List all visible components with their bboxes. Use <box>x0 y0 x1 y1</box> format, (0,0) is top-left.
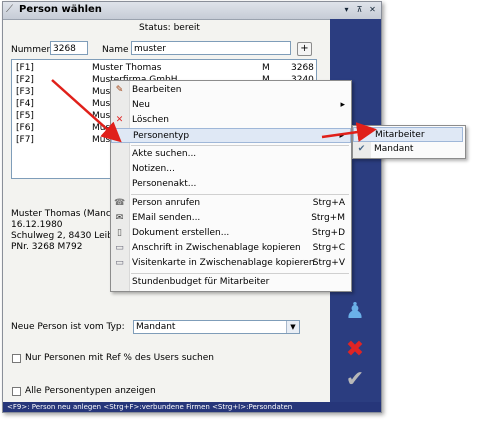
row-key: [F2] <box>16 75 34 85</box>
phone-icon: ☎ <box>114 198 126 208</box>
nummer-input[interactable]: 3268 <box>50 41 88 55</box>
menu-item-label: Mitarbeiter <box>375 130 425 140</box>
row-number: 3268 <box>291 63 314 73</box>
type-select-value: Mandant <box>136 322 176 332</box>
menu-item-shortcut: Strg+A <box>312 198 345 208</box>
detail-birthdate: 16.12.1980 <box>11 220 63 230</box>
menu-item-label: Notizen... <box>132 164 175 174</box>
title-bar: ⟋ Person wählen ▾ ⊼ ✕ <box>3 2 381 20</box>
menu-item-dokument-erstellen[interactable]: ▯ Dokument erstellen... Strg+D <box>111 226 351 241</box>
detail-address: Schulweg 2, 8430 Leib <box>11 231 113 241</box>
menu-separator <box>131 273 349 274</box>
mail-icon: ✉ <box>115 213 124 223</box>
menu-item-notizen[interactable]: Notizen... <box>111 162 351 177</box>
name-input[interactable]: muster <box>131 41 291 55</box>
only-ref-label: Nur Personen mit Ref % des Users suchen <box>25 353 214 363</box>
menu-item-bearbeiten[interactable]: ✎ Bearbeiten <box>111 83 351 98</box>
chevron-down-icon[interactable]: ▼ <box>286 321 299 333</box>
submenu-item-mandant[interactable]: ✔ Mandant <box>353 142 463 157</box>
menu-separator <box>131 145 349 146</box>
menu-item-personenakt[interactable]: Personenakt... <box>111 177 351 192</box>
menu-separator <box>131 194 349 195</box>
row-key: [F4] <box>16 99 34 109</box>
confirm-check-icon[interactable]: ✔ <box>343 367 367 392</box>
dropdown-button[interactable]: ▾ <box>341 4 352 15</box>
menu-item-loeschen[interactable]: ✕ Löschen <box>111 113 351 128</box>
app-icon: ⟋ <box>6 4 13 15</box>
row-key: [F6] <box>16 123 34 133</box>
document-icon: ▯ <box>117 228 122 238</box>
menu-item-personentyp[interactable]: Personentyp ▸ <box>111 128 351 143</box>
nummer-label: Nummer <box>11 45 51 55</box>
menu-item-shortcut: Strg+D <box>312 228 345 238</box>
menu-item-label: Löschen <box>132 115 169 125</box>
menu-item-label: Anschrift in Zwischenablage kopieren <box>132 243 301 253</box>
add-button[interactable]: + <box>297 42 312 56</box>
personentyp-submenu: Mitarbeiter ✔ Mandant <box>352 125 466 159</box>
menu-item-label: Bearbeiten <box>132 85 182 95</box>
row-name: Mus <box>92 135 111 145</box>
status-bar: <F9>: Person neu anlegen <Strg+F>:verbun… <box>3 402 381 412</box>
menu-item-email-senden[interactable]: ✉ EMail senden... Strg+M <box>111 211 351 226</box>
window-title: Person wählen <box>19 4 102 15</box>
menu-item-anschrift-kopieren[interactable]: ▭ Anschrift in Zwischenablage kopieren S… <box>111 241 351 256</box>
menu-item-label: Akte suchen... <box>132 149 197 159</box>
submenu-arrow-icon: ▸ <box>340 100 345 110</box>
menu-item-neu[interactable]: Neu ▸ <box>111 98 351 113</box>
menu-item-label: Personentyp <box>133 131 190 141</box>
row-key: [F3] <box>16 87 34 97</box>
check-icon: ✔ <box>357 144 366 154</box>
pin-button[interactable]: ⊼ <box>354 4 365 15</box>
all-types-label: Alle Personentypen anzeigen <box>25 386 156 396</box>
row-key: [F5] <box>16 111 34 121</box>
context-menu: ✎ Bearbeiten Neu ▸ ✕ Löschen Personentyp… <box>110 80 352 292</box>
delete-icon: ✕ <box>115 115 124 125</box>
person-action-icon[interactable]: ♟ <box>343 299 367 324</box>
row-name: Mus <box>92 123 111 133</box>
menu-item-label: Person anrufen <box>132 198 201 208</box>
card-icon: ▭ <box>115 243 124 253</box>
status-text: Status: bereit <box>139 23 200 33</box>
close-button[interactable]: ✕ <box>367 4 378 15</box>
type-select[interactable]: Mandant ▼ <box>133 320 300 334</box>
menu-item-label: EMail senden... <box>132 213 201 223</box>
menu-item-label: Dokument erstellen... <box>132 228 230 238</box>
type-label: Neue Person ist vom Typ: <box>11 322 125 332</box>
only-ref-checkbox[interactable] <box>12 354 21 363</box>
menu-item-visitenkarte-kopieren[interactable]: ▭ Visitenkarte in Zwischenablage kopiere… <box>111 256 351 271</box>
list-item[interactable]: [F1] Muster Thomas M 3268 <box>12 62 316 74</box>
row-key: [F1] <box>16 63 34 73</box>
menu-item-label: Mandant <box>374 144 414 154</box>
row-name: Mus <box>92 111 111 121</box>
menu-item-shortcut: Strg+V <box>312 258 345 268</box>
menu-item-stundenbudget[interactable]: Stundenbudget für Mitarbeiter <box>111 275 351 290</box>
name-label: Name <box>102 45 129 55</box>
menu-item-shortcut: Strg+M <box>311 213 345 223</box>
menu-item-shortcut: Strg+C <box>312 243 345 253</box>
menu-item-label: Stundenbudget für Mitarbeiter <box>132 277 270 287</box>
edit-icon: ✎ <box>115 85 124 95</box>
row-type: M <box>262 63 270 73</box>
menu-item-person-anrufen[interactable]: ☎ Person anrufen Strg+A <box>111 196 351 211</box>
submenu-item-mitarbeiter[interactable]: Mitarbeiter <box>353 127 463 142</box>
menu-item-akte-suchen[interactable]: Akte suchen... <box>111 147 351 162</box>
menu-item-label: Visitenkarte in Zwischenablage kopieren <box>132 258 315 268</box>
card-icon: ▭ <box>115 258 124 268</box>
row-name: Mus <box>92 87 111 97</box>
submenu-arrow-icon: ▸ <box>339 131 344 141</box>
menu-item-label: Neu <box>132 100 150 110</box>
row-name: Muster Thomas <box>92 63 162 73</box>
detail-pnr: PNr. 3268 M792 <box>11 242 83 252</box>
menu-item-label: Personenakt... <box>132 179 197 189</box>
row-key: [F7] <box>16 135 34 145</box>
delete-icon[interactable]: ✖ <box>343 337 367 362</box>
detail-name: Muster Thomas (Manc <box>11 209 111 219</box>
row-name: Mus <box>92 99 111 109</box>
all-types-checkbox[interactable] <box>12 387 21 396</box>
